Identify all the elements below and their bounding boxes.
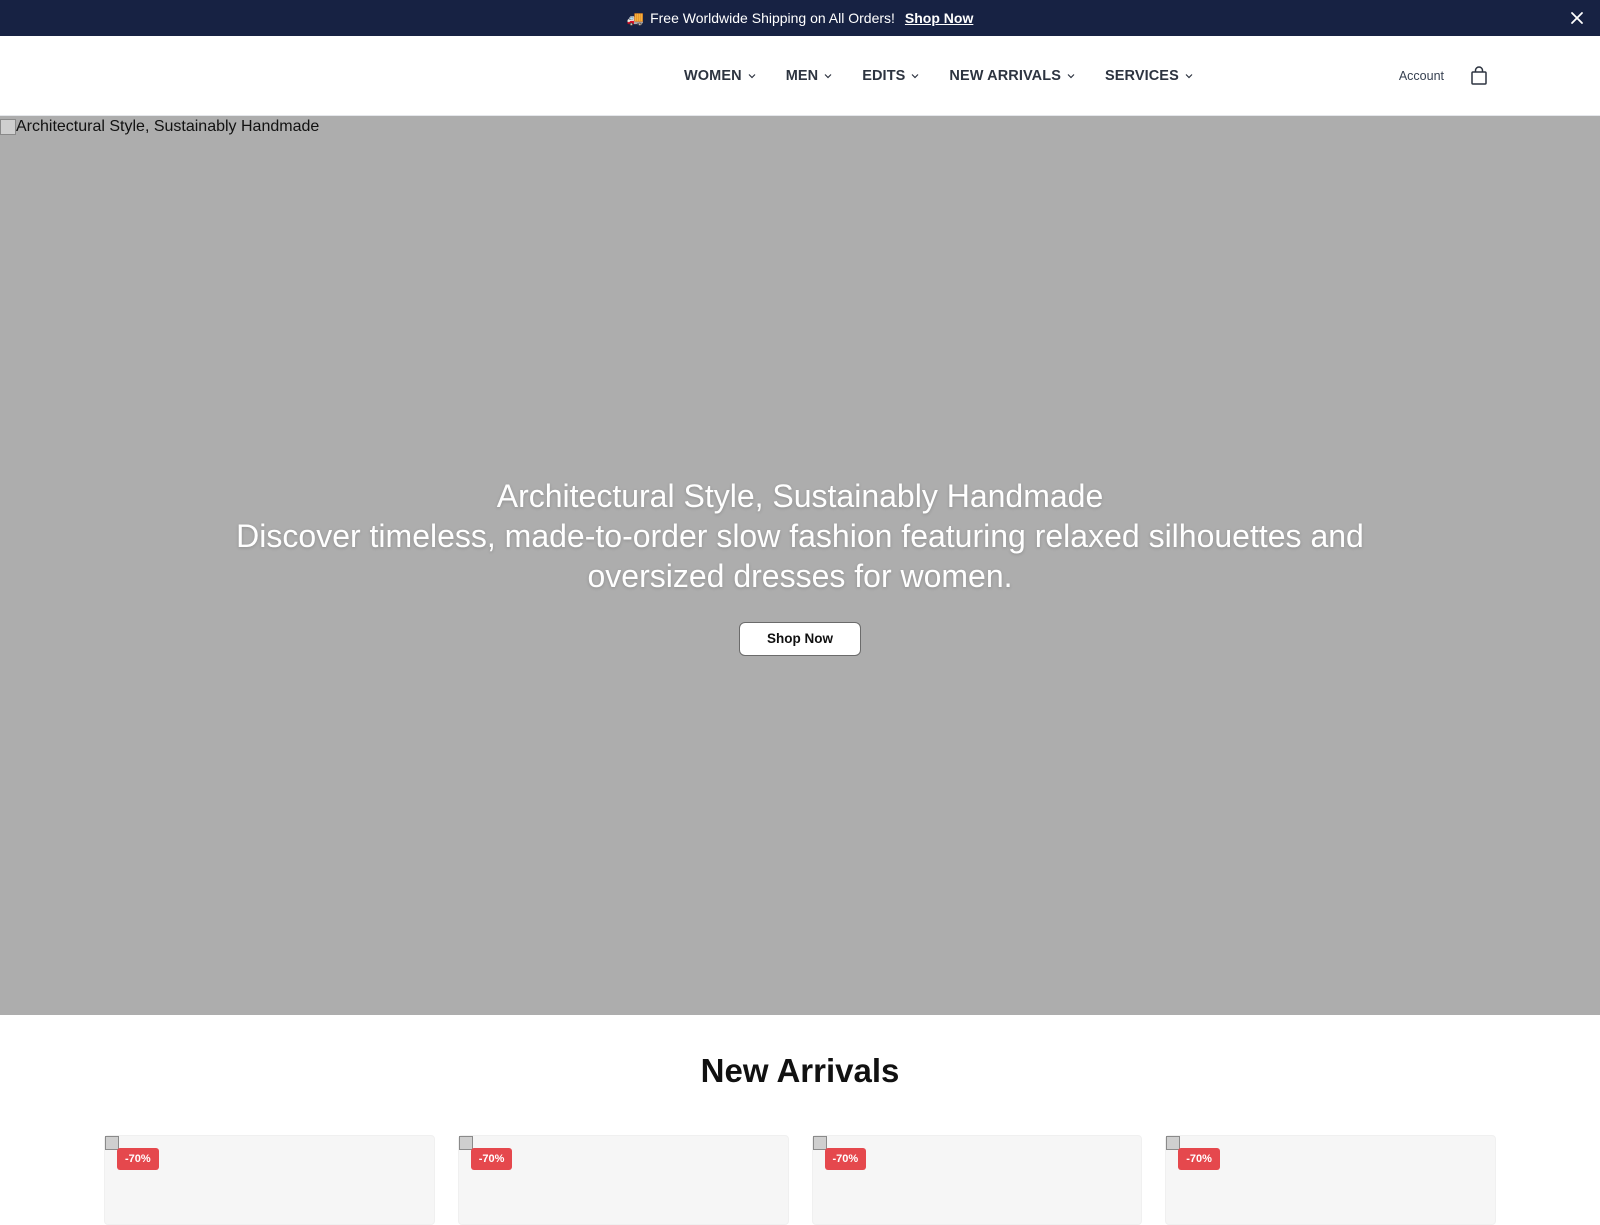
hero-title: Architectural Style, Sustainably Handmad… <box>496 478 1104 514</box>
chevron-down-icon <box>748 74 756 79</box>
site-header: WOMEN MEN EDITS NEW ARRIVALS SERVICES Ac… <box>0 36 1600 116</box>
chevron-down-icon <box>824 74 832 79</box>
product-card[interactable]: -70% <box>1165 1135 1496 1225</box>
hero-shop-now-button[interactable]: Shop Now <box>739 622 861 656</box>
nav-item-services[interactable]: SERVICES <box>1105 68 1194 84</box>
header-actions: Account <box>1399 36 1488 116</box>
product-card[interactable]: -70% <box>104 1135 435 1225</box>
nav-item-label: WOMEN <box>684 68 742 84</box>
nav-item-women[interactable]: WOMEN <box>684 68 757 84</box>
broken-image-icon <box>458 1136 473 1150</box>
hero-subtitle: Discover timeless, made-to-order slow fa… <box>236 518 1364 594</box>
product-card[interactable]: -70% <box>457 1135 789 1225</box>
hero-content: Architectural Style, Sustainably Handmad… <box>0 476 1600 656</box>
nav-item-men[interactable]: MEN <box>786 68 834 84</box>
truck-icon: 🚚 <box>626 9 645 26</box>
discount-badge: -70% <box>1178 1148 1220 1170</box>
discount-badge: -70% <box>470 1148 513 1170</box>
shopping-bag-icon[interactable] <box>1470 66 1488 86</box>
nav-item-label: MEN <box>785 68 819 84</box>
new-arrivals-title: New Arrivals <box>700 1052 900 1089</box>
product-card[interactable]: -70% <box>811 1135 1143 1225</box>
nav-item-label: EDITS <box>862 68 906 84</box>
hero-image-alt: Architectural Style, Sustainably Handmad… <box>16 118 320 135</box>
product-grid: -70% -70% -70% -70% <box>104 1135 1496 1225</box>
nav-item-edits[interactable]: EDITS <box>862 68 920 84</box>
broken-image-icon <box>0 119 16 135</box>
chevron-down-icon <box>911 74 919 79</box>
hero-banner: Architectural Style, Sustainably Handmad… <box>0 116 1600 1015</box>
announcement-shop-now-link[interactable]: Shop Now <box>905 10 973 26</box>
broken-image-icon <box>812 1136 827 1150</box>
main-nav: WOMEN MEN EDITS NEW ARRIVALS SERVICES <box>684 36 1194 116</box>
announcement-text: Free Worldwide Shipping on All Orders! <box>650 10 895 26</box>
discount-badge: -70% <box>824 1148 867 1170</box>
discount-badge: -70% <box>117 1148 159 1170</box>
nav-item-label: SERVICES <box>1104 68 1179 84</box>
announcement-bar: 🚚 Free Worldwide Shipping on All Orders!… <box>0 0 1600 36</box>
account-link[interactable]: Account <box>1399 69 1444 83</box>
hero-image-placeholder: Architectural Style, Sustainably Handmad… <box>0 118 319 136</box>
close-icon[interactable] <box>1568 9 1586 27</box>
chevron-down-icon <box>1067 74 1075 79</box>
chevron-down-icon <box>1185 74 1193 79</box>
announcement-message: 🚚 Free Worldwide Shipping on All Orders!… <box>627 10 974 27</box>
nav-item-label: NEW ARRIVALS <box>949 68 1061 84</box>
nav-item-new-arrivals[interactable]: NEW ARRIVALS <box>949 68 1076 84</box>
